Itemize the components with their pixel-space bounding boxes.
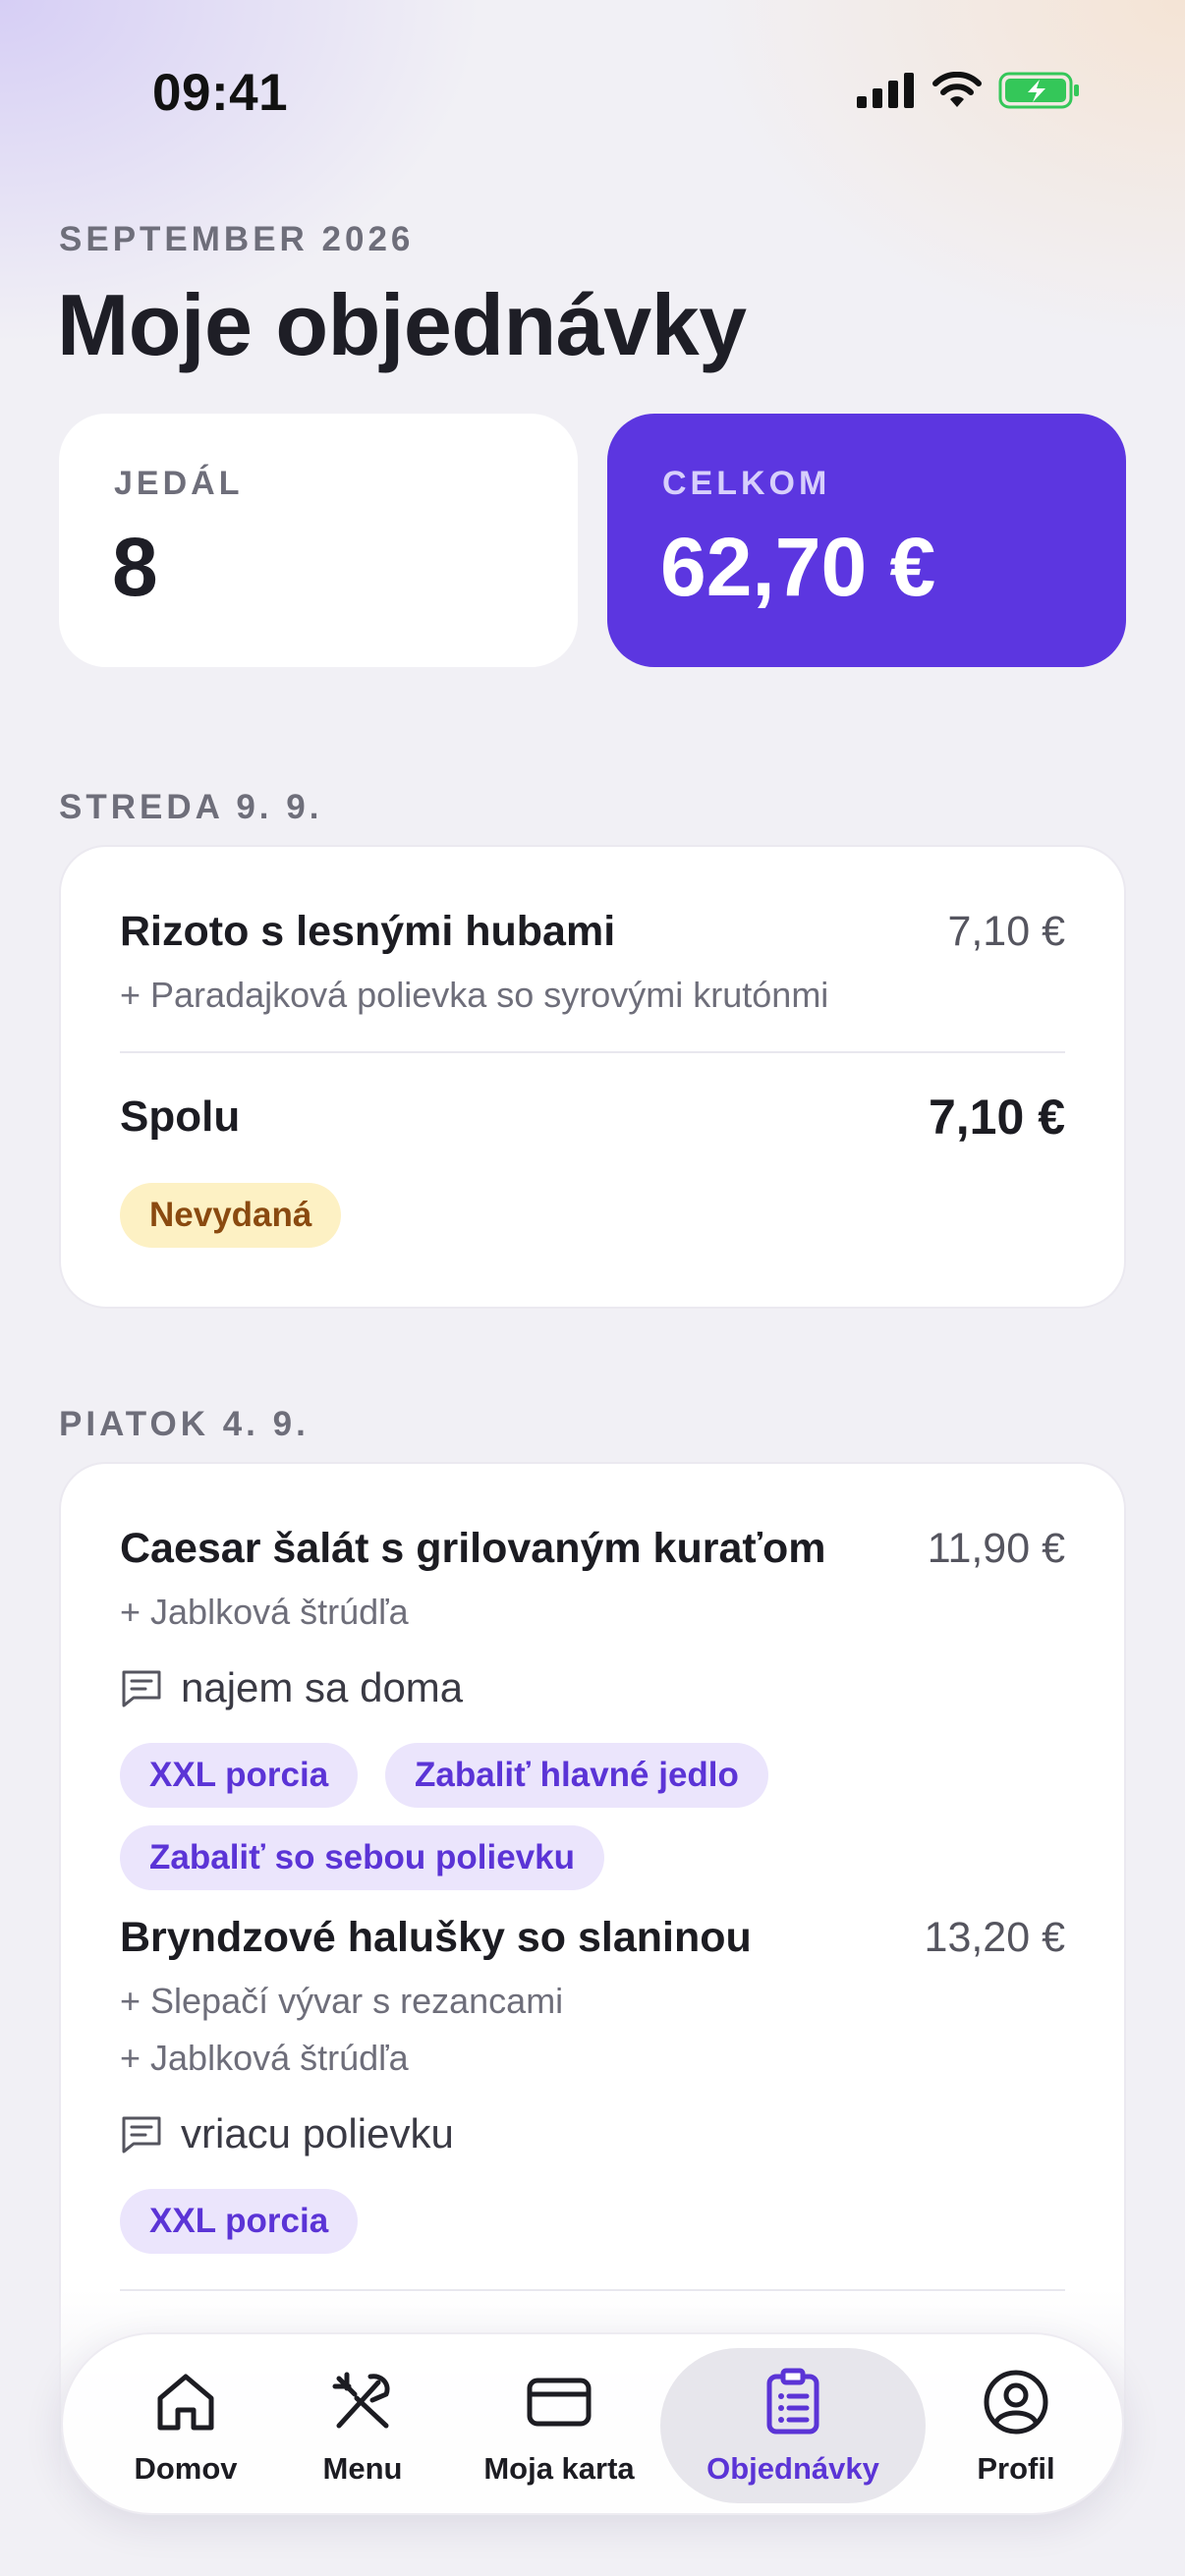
wifi-icon [932, 72, 982, 107]
item-name: Caesar šalát s grilovaným kuraťom [120, 1525, 826, 1572]
status-badge: Nevydaná [120, 1183, 342, 1248]
option-chip: XXL porcia [120, 1743, 359, 1808]
meals-count-value: 8 [112, 521, 158, 613]
clipboard-list-icon [766, 2368, 819, 2435]
item-price: 7,10 € [947, 908, 1065, 955]
item-price: 13,20 € [924, 1914, 1065, 1961]
meals-count-card: JEDÁL 8 [59, 414, 578, 667]
option-chip: Zabaliť so sebou polievku [120, 1825, 604, 1890]
item-extra: + Jablková štrúdľa [120, 2038, 409, 2078]
item-price: 11,90 € [927, 1525, 1065, 1572]
status-bar: 09:41 [0, 0, 1185, 187]
tab-objednavky[interactable]: Objednávky [664, 2334, 922, 2517]
tab-label: Menu [322, 2451, 403, 2486]
note-icon [122, 2116, 161, 2154]
page-title: Moje objednávky [57, 276, 747, 373]
tab-domov[interactable]: Domov [83, 2334, 289, 2517]
item-note: najem sa doma [120, 1664, 463, 1711]
item-note-text: vriacu polievku [181, 2110, 454, 2156]
order-total-label: Spolu [120, 1092, 241, 1141]
item-note-text: najem sa doma [181, 1664, 464, 1710]
note-icon [122, 1670, 161, 1708]
item-name: Rizoto s lesnými hubami [120, 908, 616, 955]
option-chip: Zabaliť hlavné jedlo [385, 1743, 768, 1808]
tab-profil[interactable]: Profil [918, 2334, 1114, 2517]
day-label: PIATOK 4. 9. [59, 1405, 310, 1443]
meals-count-label: JEDÁL [114, 465, 244, 502]
total-spent-label: CELKOM [662, 465, 831, 502]
tab-label: Moja karta [483, 2451, 635, 2486]
item-extra: + Paradajková polievka so syrovými krutó… [120, 975, 829, 1015]
profile-icon [984, 2370, 1048, 2435]
divider [120, 1051, 1065, 1053]
card-icon [527, 2378, 592, 2427]
month-label: SEPTEMBER 2026 [59, 220, 415, 258]
tab-label: Objednávky [706, 2451, 879, 2486]
tab-bar: Domov Menu Moja karta Objednávky Profil [61, 2332, 1124, 2515]
battery-charging-icon [998, 72, 1079, 109]
total-spent-value: 62,70 € [660, 521, 936, 613]
fork-knife-icon [332, 2372, 390, 2429]
status-icons [857, 71, 1081, 110]
cellular-signal-icon [857, 73, 914, 108]
item-extra: + Jablková štrúdľa [120, 1592, 409, 1632]
item-extra: + Slepačí vývar s rezancami [120, 1981, 564, 2021]
item-note: vriacu polievku [120, 2110, 454, 2157]
day-label: STREDA 9. 9. [59, 788, 323, 826]
home-icon [157, 2374, 214, 2431]
order-total-value: 7,10 € [928, 1090, 1065, 1145]
tab-moja-karta[interactable]: Moja karta [456, 2334, 662, 2517]
item-name: Bryndzové halušky so slaninou [120, 1914, 752, 1961]
order-card[interactable]: Rizoto s lesnými hubami 7,10 € + Paradaj… [59, 845, 1126, 1309]
tab-menu[interactable]: Menu [269, 2334, 456, 2517]
tab-label: Domov [134, 2451, 238, 2486]
tab-label: Profil [977, 2451, 1055, 2486]
total-spent-card: CELKOM 62,70 € [607, 414, 1126, 667]
status-time: 09:41 [152, 64, 289, 122]
option-chip: XXL porcia [120, 2189, 359, 2254]
